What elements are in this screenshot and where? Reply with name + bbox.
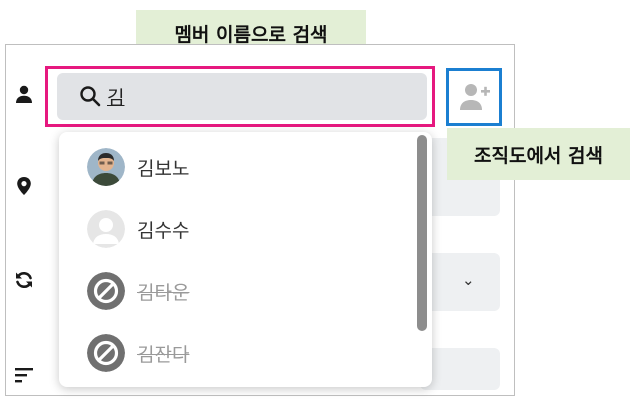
org-chart-search-button[interactable]: [446, 68, 502, 126]
search-results-dropdown: 김보노 김수수 김타운 김잔다: [59, 132, 432, 387]
person-icon[interactable]: [14, 84, 34, 104]
member-name-disabled: 김타운: [137, 281, 190, 304]
background-select[interactable]: ⌄: [420, 253, 500, 311]
avatar-placeholder: [87, 210, 125, 248]
avatar: [87, 148, 125, 186]
list-item: 김타운: [87, 271, 387, 311]
blocked-icon: [87, 334, 125, 372]
callout-org-chart-search: 조직도에서 검색: [447, 128, 630, 180]
sort-lines-icon[interactable]: [14, 365, 34, 385]
chevron-down-icon: ⌄: [462, 271, 475, 289]
member-name-disabled: 김잔다: [137, 343, 190, 366]
member-name: 김보노: [137, 157, 190, 180]
search-input[interactable]: [107, 81, 407, 112]
member-search-box[interactable]: [57, 73, 427, 120]
blocked-icon: [87, 272, 125, 310]
location-pin-icon[interactable]: [14, 176, 34, 196]
scrollbar[interactable]: [417, 135, 427, 331]
member-name: 김수수: [137, 219, 190, 242]
background-field: [420, 348, 500, 390]
list-item[interactable]: 김수수: [87, 209, 387, 249]
search-icon: [80, 86, 101, 107]
add-user-icon: [460, 84, 490, 110]
list-item[interactable]: 김보노: [87, 147, 387, 187]
sync-icon[interactable]: [14, 270, 34, 290]
list-item: 김잔다: [87, 333, 387, 373]
